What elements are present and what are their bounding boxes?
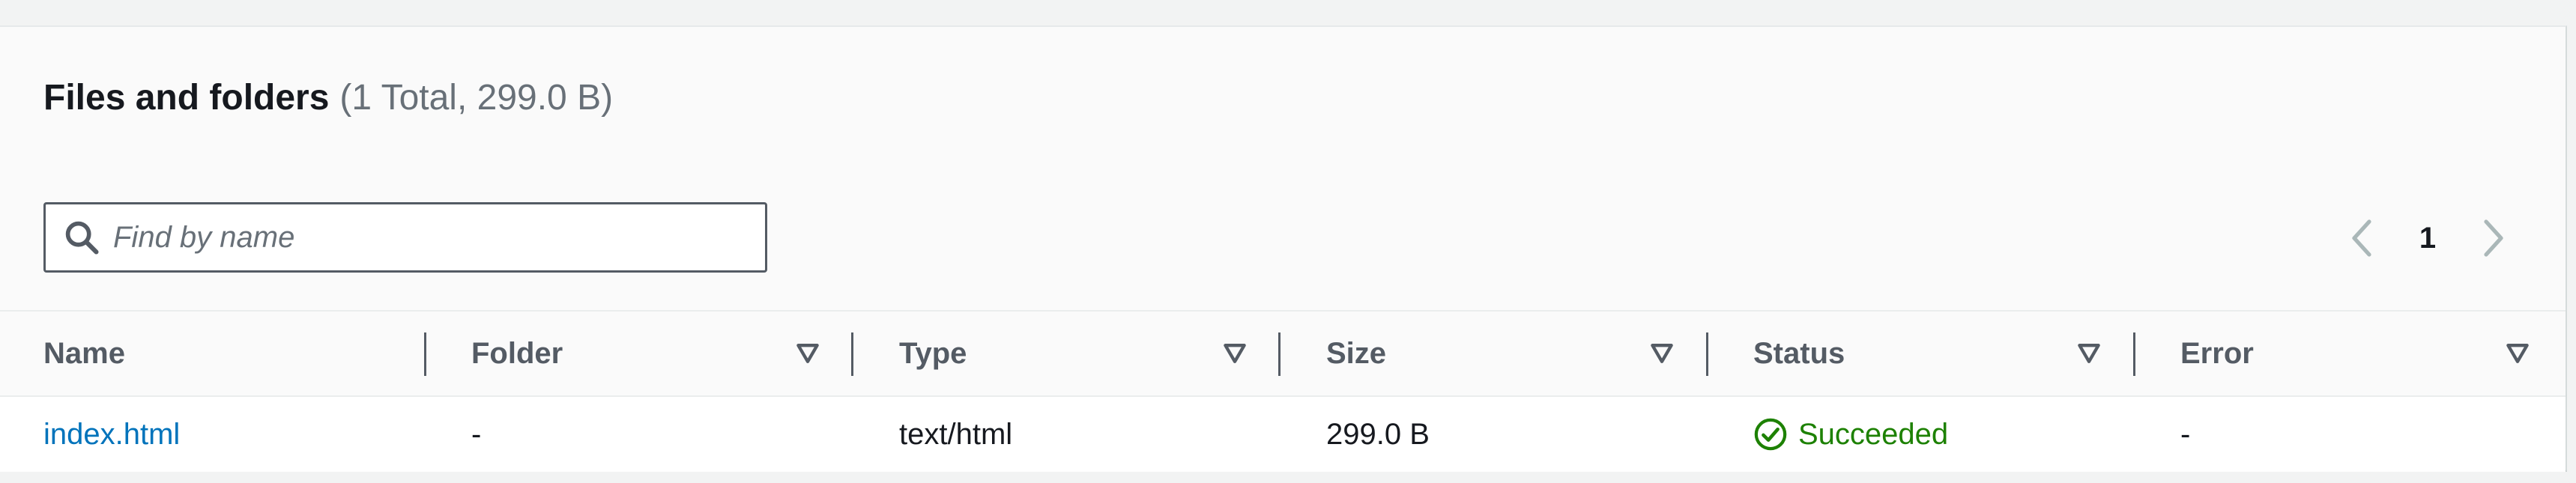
cell-folder: - [471,417,482,451]
column-header-error[interactable]: Error [2180,312,2254,395]
table-row: index.html - text/html 299.0 B Succeeded… [0,397,2566,472]
column-resizer[interactable] [1278,332,1281,376]
panel-counter: (1 Total, 299.0 B) [339,77,614,118]
sort-caret-down-icon[interactable] [2504,340,2531,367]
column-header-name[interactable]: Name [43,312,125,395]
cell-type: text/html [899,417,1013,451]
check-circle-icon [1754,418,1787,451]
file-link[interactable]: index.html [43,418,180,452]
column-header-label: Status [1753,336,1845,370]
column-header-label: Size [1326,336,1387,370]
sort-caret-down-icon[interactable] [794,340,821,367]
cell-name: index.html [43,397,180,472]
column-header-label: Name [43,336,125,370]
column-header-label: Folder [471,336,563,370]
column-header-label: Error [2180,336,2254,370]
search-box[interactable] [43,202,767,273]
pager-current-page[interactable]: 1 [2419,222,2436,255]
sort-caret-down-icon[interactable] [1648,340,1675,367]
chevron-right-icon [2484,219,2503,257]
column-header-size[interactable]: Size [1326,312,1386,395]
pager-prev-button[interactable] [2345,216,2378,261]
column-resizer[interactable] [2133,332,2135,376]
pager-next-button[interactable] [2477,216,2510,261]
panel-title: Files and folders [43,77,330,118]
cell-size: 299.0 B [1326,417,1430,451]
top-strip [0,0,2576,25]
search-input[interactable] [113,215,728,260]
column-header-folder[interactable]: Folder [471,312,563,395]
sort-caret-down-icon[interactable] [1221,340,1248,367]
chevron-left-icon [2352,219,2371,257]
cell-error: - [2180,417,2191,451]
column-resizer[interactable] [1706,332,1708,376]
table-header: Name Folder Type Size Status Error [0,310,2566,397]
column-resizer[interactable] [851,332,853,376]
cell-status: Succeeded [1753,397,1948,472]
column-header-label: Type [899,336,967,370]
column-header-status[interactable]: Status [1753,312,1845,395]
panel-header: Files and folders (1 Total, 299.0 B) [43,67,613,127]
column-header-type[interactable]: Type [899,312,967,395]
status-text: Succeeded [1798,417,1949,451]
column-resizer[interactable] [424,332,426,376]
pagination: 1 [2345,208,2510,268]
sort-caret-down-icon[interactable] [2075,340,2102,367]
search-icon [65,221,99,255]
